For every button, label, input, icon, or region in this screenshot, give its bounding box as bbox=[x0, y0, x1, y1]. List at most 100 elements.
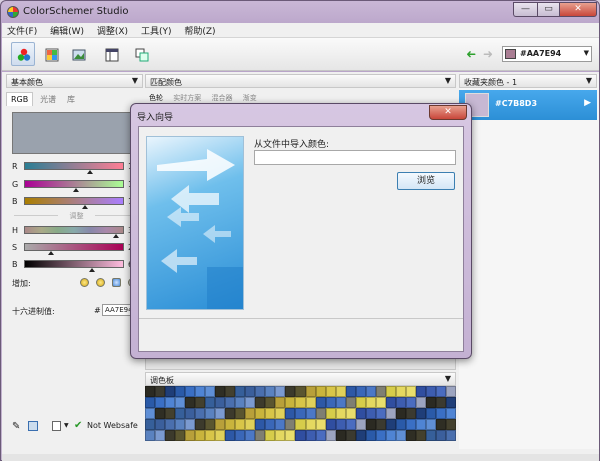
tab-library[interactable]: 库 bbox=[63, 92, 79, 107]
palette-swatch[interactable] bbox=[155, 430, 166, 441]
palette-swatch[interactable] bbox=[385, 397, 396, 408]
palette-swatch[interactable] bbox=[155, 386, 166, 397]
palette-swatch[interactable] bbox=[215, 419, 226, 430]
back-arrow-icon[interactable]: ➜ bbox=[466, 47, 476, 61]
palette-swatch[interactable] bbox=[245, 408, 256, 419]
palette-swatch[interactable] bbox=[255, 386, 266, 397]
palette-swatch[interactable] bbox=[395, 397, 406, 408]
favorite-color-item[interactable]: #C7B8D3 ▶ bbox=[459, 90, 597, 120]
palette-swatch[interactable] bbox=[325, 430, 336, 441]
palette-swatch[interactable] bbox=[165, 419, 176, 430]
eyedropper-icon[interactable]: ✎ bbox=[12, 421, 20, 432]
palette-swatch[interactable] bbox=[425, 430, 436, 441]
palette-swatch[interactable] bbox=[435, 408, 446, 419]
palette-swatch[interactable] bbox=[345, 419, 356, 430]
palette-swatch[interactable] bbox=[235, 419, 246, 430]
palette-swatch[interactable] bbox=[215, 430, 226, 441]
palette-swatch[interactable] bbox=[185, 408, 196, 419]
palette-swatch[interactable] bbox=[435, 419, 446, 430]
slider-thumb[interactable] bbox=[89, 268, 95, 272]
palette-grid[interactable] bbox=[145, 386, 456, 441]
palette-swatch[interactable] bbox=[165, 430, 176, 441]
menu-edit[interactable]: 编辑(W) bbox=[45, 23, 89, 38]
palette-swatch[interactable] bbox=[255, 408, 266, 419]
palette-swatch[interactable] bbox=[355, 430, 366, 441]
palette-swatch[interactable] bbox=[405, 419, 416, 430]
palette-swatch[interactable] bbox=[255, 419, 266, 430]
palette-swatch[interactable] bbox=[235, 386, 246, 397]
menu-tools[interactable]: 工具(Y) bbox=[136, 23, 177, 38]
palette-swatch[interactable] bbox=[155, 397, 166, 408]
palette-swatch[interactable] bbox=[365, 386, 376, 397]
palette-header[interactable]: 调色板 ▼ bbox=[145, 372, 456, 386]
slider-red[interactable]: R 170 bbox=[10, 160, 143, 174]
palette-swatch[interactable] bbox=[375, 430, 386, 441]
palette-swatch[interactable] bbox=[375, 386, 386, 397]
palette-swatch[interactable] bbox=[385, 430, 396, 441]
palette-swatch[interactable] bbox=[335, 386, 346, 397]
copy-icon[interactable] bbox=[52, 421, 61, 431]
base-color-header[interactable]: 基本颜色 ▼ bbox=[6, 74, 143, 88]
palette-swatch[interactable] bbox=[175, 408, 186, 419]
palette-swatch[interactable] bbox=[325, 386, 336, 397]
palette-swatch[interactable] bbox=[265, 397, 276, 408]
palette-swatch[interactable] bbox=[435, 397, 446, 408]
tab-rgb[interactable]: RGB bbox=[6, 92, 34, 106]
palette-swatch[interactable] bbox=[205, 408, 216, 419]
color-wheel-tool-button[interactable] bbox=[11, 42, 35, 66]
palette-swatch[interactable] bbox=[415, 419, 426, 430]
palette-swatch[interactable] bbox=[255, 430, 266, 441]
palette-swatch[interactable] bbox=[305, 408, 316, 419]
palette-swatch[interactable] bbox=[425, 397, 436, 408]
palette-swatch[interactable] bbox=[275, 397, 286, 408]
palette-swatch[interactable] bbox=[335, 408, 346, 419]
slider-brightness[interactable]: B 67 bbox=[10, 258, 143, 272]
palette-swatch[interactable] bbox=[195, 419, 206, 430]
palette-swatch[interactable] bbox=[355, 386, 366, 397]
palette-swatch[interactable] bbox=[375, 408, 386, 419]
minimize-button[interactable]: — bbox=[513, 2, 537, 17]
palette-swatch[interactable] bbox=[265, 386, 276, 397]
save-icon[interactable] bbox=[28, 421, 38, 431]
palette-swatch[interactable] bbox=[205, 430, 216, 441]
palette-swatch[interactable] bbox=[355, 419, 366, 430]
palette-swatch[interactable] bbox=[175, 386, 186, 397]
palette-swatch[interactable] bbox=[365, 408, 376, 419]
slider-saturation[interactable]: S 26 bbox=[10, 241, 143, 255]
palette-swatch[interactable] bbox=[325, 408, 336, 419]
palette-swatch[interactable] bbox=[285, 408, 296, 419]
palette-swatch[interactable] bbox=[245, 386, 256, 397]
palette-swatch[interactable] bbox=[235, 397, 246, 408]
red-gradient-bar[interactable] bbox=[24, 162, 124, 170]
matching-color-header[interactable]: 匹配颜色 ▼ bbox=[145, 74, 456, 88]
palette-swatch[interactable] bbox=[145, 430, 156, 441]
palette-swatch[interactable] bbox=[245, 430, 256, 441]
palette-swatch[interactable] bbox=[285, 397, 296, 408]
palette-swatch[interactable] bbox=[385, 408, 396, 419]
palette-swatch[interactable] bbox=[215, 386, 226, 397]
expand-arrow-icon[interactable]: ▶ bbox=[584, 98, 591, 108]
palette-swatch[interactable] bbox=[315, 430, 326, 441]
palette-swatch[interactable] bbox=[295, 397, 306, 408]
palette-swatch[interactable] bbox=[255, 397, 266, 408]
saturation-gradient-bar[interactable] bbox=[24, 243, 124, 251]
palette-swatch[interactable] bbox=[395, 430, 406, 441]
palette-swatch[interactable] bbox=[335, 397, 346, 408]
palette-swatch[interactable] bbox=[175, 397, 186, 408]
palette-swatch[interactable] bbox=[185, 430, 196, 441]
menu-adjust[interactable]: 调整(X) bbox=[92, 23, 133, 38]
palette-swatch[interactable] bbox=[225, 397, 236, 408]
palette-swatch[interactable] bbox=[405, 430, 416, 441]
palette-swatch[interactable] bbox=[385, 386, 396, 397]
slider-thumb[interactable] bbox=[113, 234, 119, 238]
palette-swatch[interactable] bbox=[355, 408, 366, 419]
palette-swatch[interactable] bbox=[395, 408, 406, 419]
palette-swatch[interactable] bbox=[145, 386, 156, 397]
palette-swatch[interactable] bbox=[445, 386, 456, 397]
palette-swatch[interactable] bbox=[375, 419, 386, 430]
palette-swatch[interactable] bbox=[265, 419, 276, 430]
palette-swatch[interactable] bbox=[205, 386, 216, 397]
palette-swatch[interactable] bbox=[275, 419, 286, 430]
palette-swatch[interactable] bbox=[245, 397, 256, 408]
palette-swatch[interactable] bbox=[205, 397, 216, 408]
